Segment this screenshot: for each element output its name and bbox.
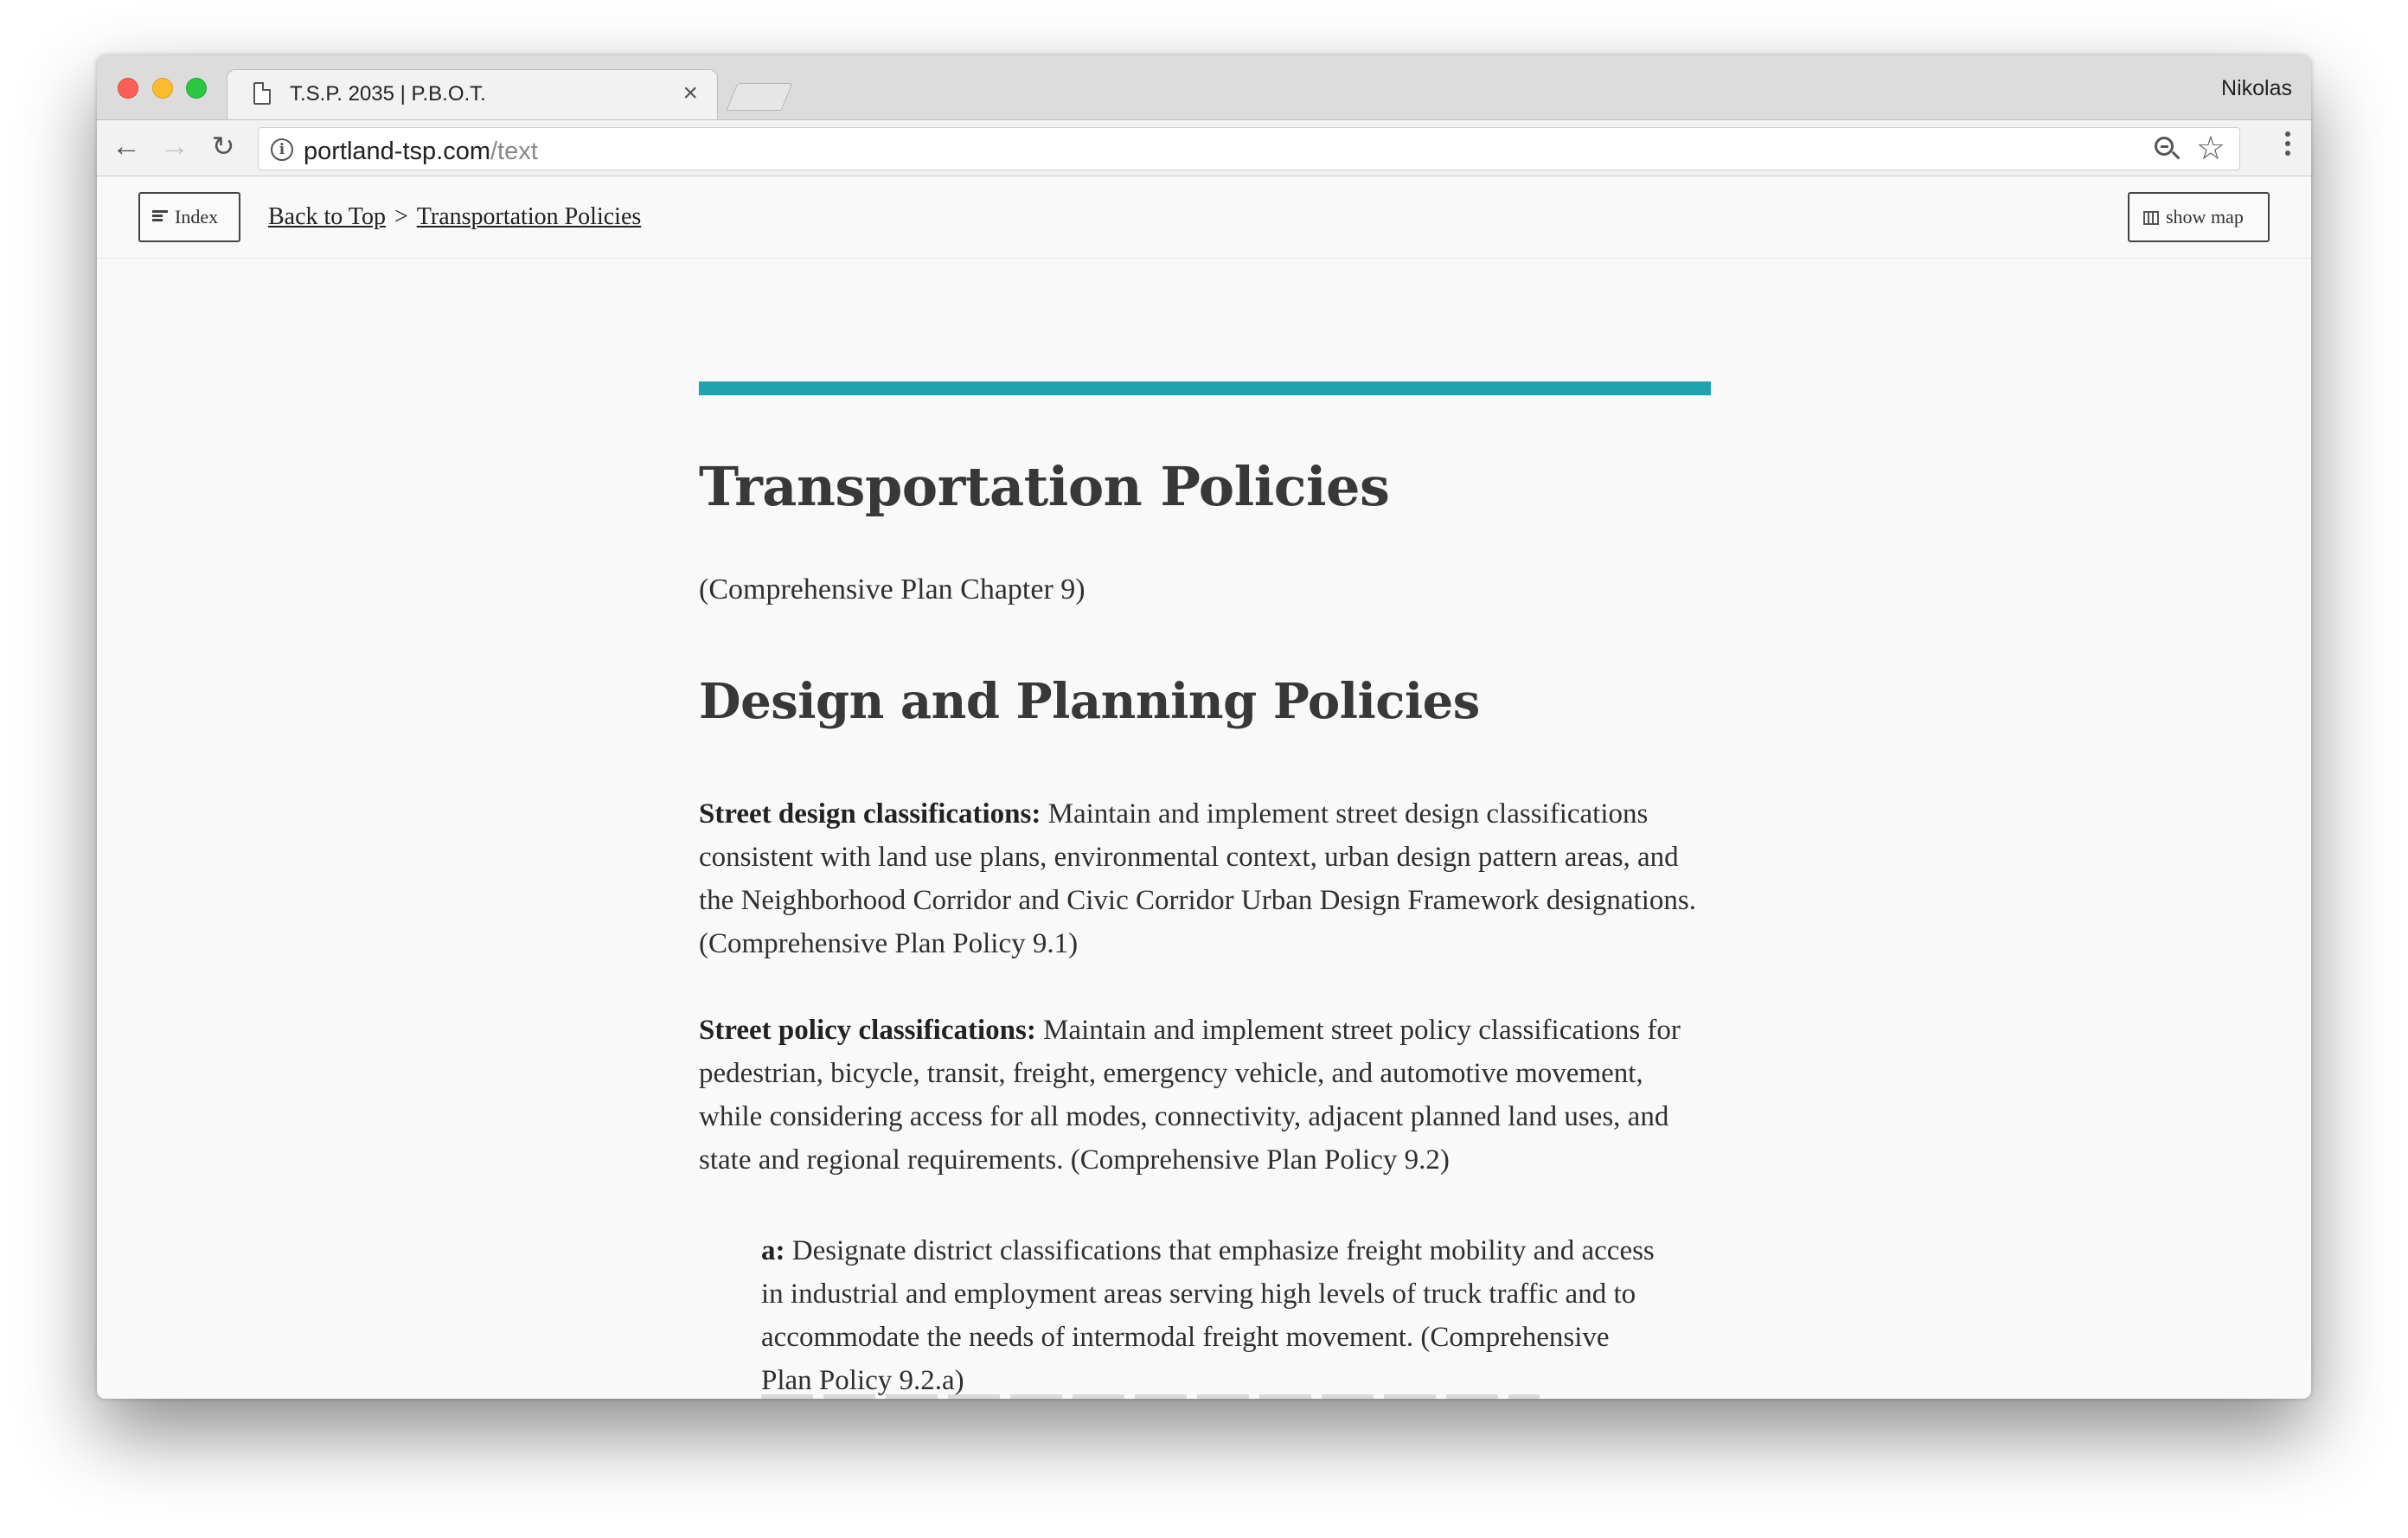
zoom-icon[interactable] <box>2155 137 2181 163</box>
page-header: Index Back to Top > Transportation Policie… <box>97 176 2311 259</box>
url-path: /text <box>490 138 538 165</box>
browser-window: T.S.P. 2035 | P.B.O.T. × Nikolas ← → ↻ i… <box>97 55 2311 1399</box>
url-text[interactable]: portland-tsp.com/text <box>304 138 538 166</box>
tab-title: T.S.P. 2035 | P.B.O.T. <box>290 82 486 106</box>
page-subtitle: (Comprehensive Plan Chapter 9) <box>699 574 1086 606</box>
profile-name[interactable]: Nikolas <box>2221 76 2292 101</box>
page-content: Index Back to Top > Transportation Policie… <box>97 176 2311 1399</box>
address-bar[interactable]: i portland-tsp.com/text ☆ <box>258 127 2240 170</box>
page-title: Transportation Policies <box>699 455 1390 518</box>
policy-heading: Street policy classifications: <box>699 1015 1036 1046</box>
tab-strip: T.S.P. 2035 | P.B.O.T. × Nikolas <box>97 55 2311 119</box>
tab-close-icon[interactable]: × <box>682 79 698 107</box>
zoom-window-button[interactable] <box>186 78 207 99</box>
section-title: Design and Planning Policies <box>699 673 1480 730</box>
breadcrumb: Back to Top > Transportation Policies <box>268 203 641 231</box>
accent-bar <box>699 381 1711 395</box>
bookmark-star-icon[interactable]: ☆ <box>2196 131 2225 166</box>
index-label: Index <box>175 206 219 227</box>
sub-policy-paragraph: a: Designate district classifications th… <box>761 1229 1661 1399</box>
list-icon <box>152 210 168 226</box>
minimize-window-button[interactable] <box>152 78 173 99</box>
sub-policy-text: Designate district classifications that … <box>761 1235 1655 1396</box>
policy-paragraph: Street design classifications: Maintain … <box>699 792 1711 965</box>
info-icon[interactable]: i <box>271 138 293 161</box>
browser-menu-icon[interactable] <box>2285 129 2292 163</box>
page-icon <box>253 82 271 105</box>
next-paragraph-partial <box>761 1394 1540 1399</box>
breadcrumb-current[interactable]: Transportation Policies <box>417 203 642 230</box>
back-arrow-icon[interactable]: ← <box>109 129 144 163</box>
sub-policy-label: a: <box>761 1235 785 1266</box>
breadcrumb-separator: > <box>394 203 408 230</box>
map-icon <box>2143 211 2159 225</box>
policy-heading: Street design classifications: <box>699 798 1041 830</box>
new-tab-button[interactable] <box>726 83 793 111</box>
show-map-button[interactable]: show map <box>2128 192 2270 242</box>
close-window-button[interactable] <box>118 78 138 99</box>
tab-active[interactable]: T.S.P. 2035 | P.B.O.T. × <box>227 69 718 119</box>
forward-arrow-icon[interactable]: → <box>157 129 192 163</box>
browser-toolbar: ← → ↻ i portland-tsp.com/text ☆ <box>97 119 2311 176</box>
url-host: portland-tsp.com <box>304 138 490 165</box>
policy-paragraph: Street policy classifications: Maintain … <box>699 1009 1711 1182</box>
breadcrumb-back-to-top[interactable]: Back to Top <box>268 203 386 230</box>
index-button[interactable]: Index <box>138 192 240 242</box>
show-map-label: show map <box>2166 206 2244 227</box>
reload-icon[interactable]: ↻ <box>206 129 240 163</box>
